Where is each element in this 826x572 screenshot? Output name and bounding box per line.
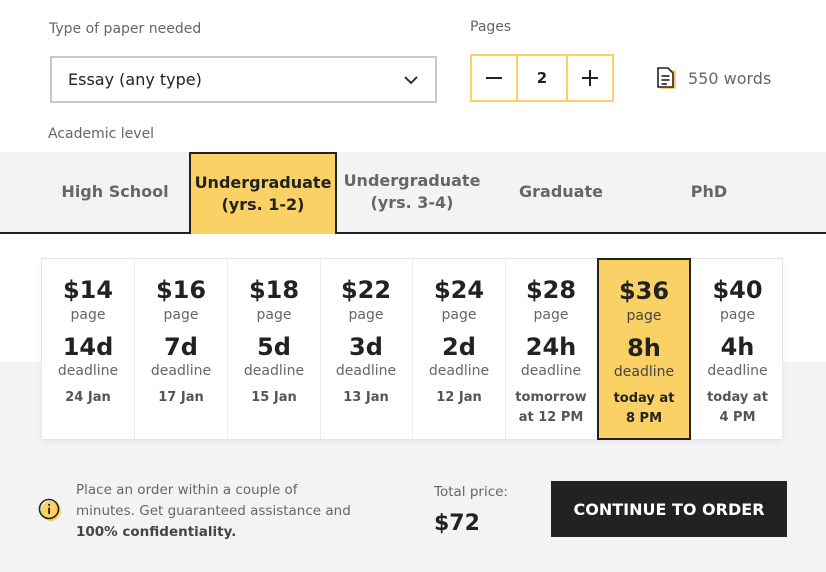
info-icon — [38, 498, 61, 521]
document-icon — [657, 67, 676, 89]
tab-label: Undergraduate — [343, 171, 481, 190]
card-price: $16 — [155, 276, 207, 304]
card-time: 8h — [627, 334, 661, 362]
tab-sublabel: (yrs. 1-2) — [221, 195, 305, 214]
word-count: 550 words — [656, 66, 771, 90]
deadline-options: $14 page 14d deadline 24 Jan $16 page 7d… — [41, 258, 783, 440]
deadline-card-4h[interactable]: $40 page 4h deadline today at 4 PM — [691, 259, 784, 439]
tab-graduate[interactable]: Graduate — [487, 152, 635, 232]
card-per: page — [533, 307, 569, 323]
card-date: today at 4 PM — [707, 390, 768, 425]
card-deadline-label: deadline — [243, 363, 305, 379]
card-deadline-label: deadline — [520, 363, 582, 379]
card-price: $22 — [340, 276, 392, 304]
notice-bold: 100% confidentiality. — [76, 524, 237, 540]
paper-type-label: Type of paper needed — [49, 21, 202, 37]
card-time: 7d — [164, 333, 198, 361]
card-per: page — [441, 307, 477, 323]
card-per: page — [626, 308, 662, 324]
card-date: today at 8 PM — [613, 391, 675, 426]
deadline-card-8h[interactable]: $36 page 8h deadline today at 8 PM — [597, 258, 691, 440]
pages-label: Pages — [470, 19, 512, 35]
card-price: $40 — [712, 276, 763, 304]
paper-type-value: Essay (any type) — [68, 70, 202, 89]
pages-stepper: 2 — [470, 54, 614, 102]
tab-sublabel: (yrs. 3-4) — [370, 193, 454, 212]
tab-label: Undergraduate — [194, 173, 332, 192]
chevron-down-icon — [404, 76, 418, 85]
decrease-pages-button[interactable] — [470, 54, 518, 102]
tab-label: High School — [61, 182, 169, 201]
word-count-text: 550 words — [688, 68, 772, 88]
card-price: $24 — [433, 276, 485, 304]
tab-undergraduate-3-4[interactable]: Undergraduate (yrs. 3-4) — [338, 152, 486, 232]
card-price: $18 — [248, 276, 300, 304]
total-price-value: $72 — [434, 511, 480, 536]
card-deadline-label: deadline — [428, 363, 490, 379]
card-date: 24 Jan — [65, 390, 111, 405]
total-price-label: Total price: — [434, 484, 508, 500]
card-per: page — [256, 307, 292, 323]
deadline-card-2d[interactable]: $24 page 2d deadline 12 Jan — [413, 259, 506, 439]
deadline-card-14d[interactable]: $14 page 14d deadline 24 Jan — [42, 259, 135, 439]
card-date: 17 Jan — [158, 390, 204, 405]
deadline-card-3d[interactable]: $22 page 3d deadline 13 Jan — [320, 259, 413, 439]
tab-phd[interactable]: PhD — [635, 152, 783, 232]
card-per: page — [70, 307, 106, 323]
card-time: 24h — [525, 333, 577, 361]
notice-text: Place an order within a couple of minute… — [76, 482, 351, 540]
card-price: $14 — [62, 276, 114, 304]
tab-label: Graduate — [519, 182, 603, 201]
card-time: 5d — [257, 333, 291, 361]
tab-undergraduate-1-2[interactable]: Undergraduate (yrs. 1-2) — [189, 152, 337, 234]
deadline-card-7d[interactable]: $16 page 7d deadline 17 Jan — [135, 259, 228, 439]
plus-icon — [582, 70, 598, 86]
deadline-card-5d[interactable]: $18 page 5d deadline 15 Jan — [228, 259, 321, 439]
card-deadline-label: deadline — [335, 363, 397, 379]
pages-value[interactable]: 2 — [518, 54, 566, 102]
continue-to-order-button[interactable]: CONTINUE TO ORDER — [551, 481, 787, 537]
increase-pages-button[interactable] — [566, 54, 614, 102]
card-date: tomorrow at 12 PM — [515, 390, 587, 425]
tab-high-school[interactable]: High School — [41, 152, 189, 232]
card-deadline-label: deadline — [57, 363, 119, 379]
card-deadline-label: deadline — [150, 363, 212, 379]
card-deadline-label: deadline — [613, 364, 675, 380]
card-price: $28 — [525, 276, 577, 304]
card-per: page — [720, 307, 755, 323]
card-deadline-label: deadline — [707, 363, 768, 379]
card-per: page — [348, 307, 384, 323]
minus-icon — [486, 77, 502, 79]
card-date: 12 Jan — [436, 390, 482, 405]
deadline-card-24h[interactable]: $28 page 24h deadline tomorrow at 12 PM — [505, 259, 598, 439]
card-date: 13 Jan — [343, 390, 389, 405]
card-time: 2d — [442, 333, 476, 361]
academic-level-tabs: High School Undergraduate (yrs. 1-2) Und… — [0, 152, 826, 234]
tab-label: PhD — [690, 182, 728, 201]
card-time: 4h — [720, 333, 755, 361]
order-notice: Place an order within a couple of minute… — [38, 480, 378, 543]
card-time: 14d — [62, 333, 114, 361]
academic-level-label: Academic level — [48, 126, 155, 142]
paper-type-select[interactable]: Essay (any type) — [50, 56, 437, 103]
card-time: 3d — [349, 333, 383, 361]
card-price: $36 — [618, 277, 670, 305]
card-date: 15 Jan — [251, 390, 297, 405]
card-per: page — [163, 307, 199, 323]
